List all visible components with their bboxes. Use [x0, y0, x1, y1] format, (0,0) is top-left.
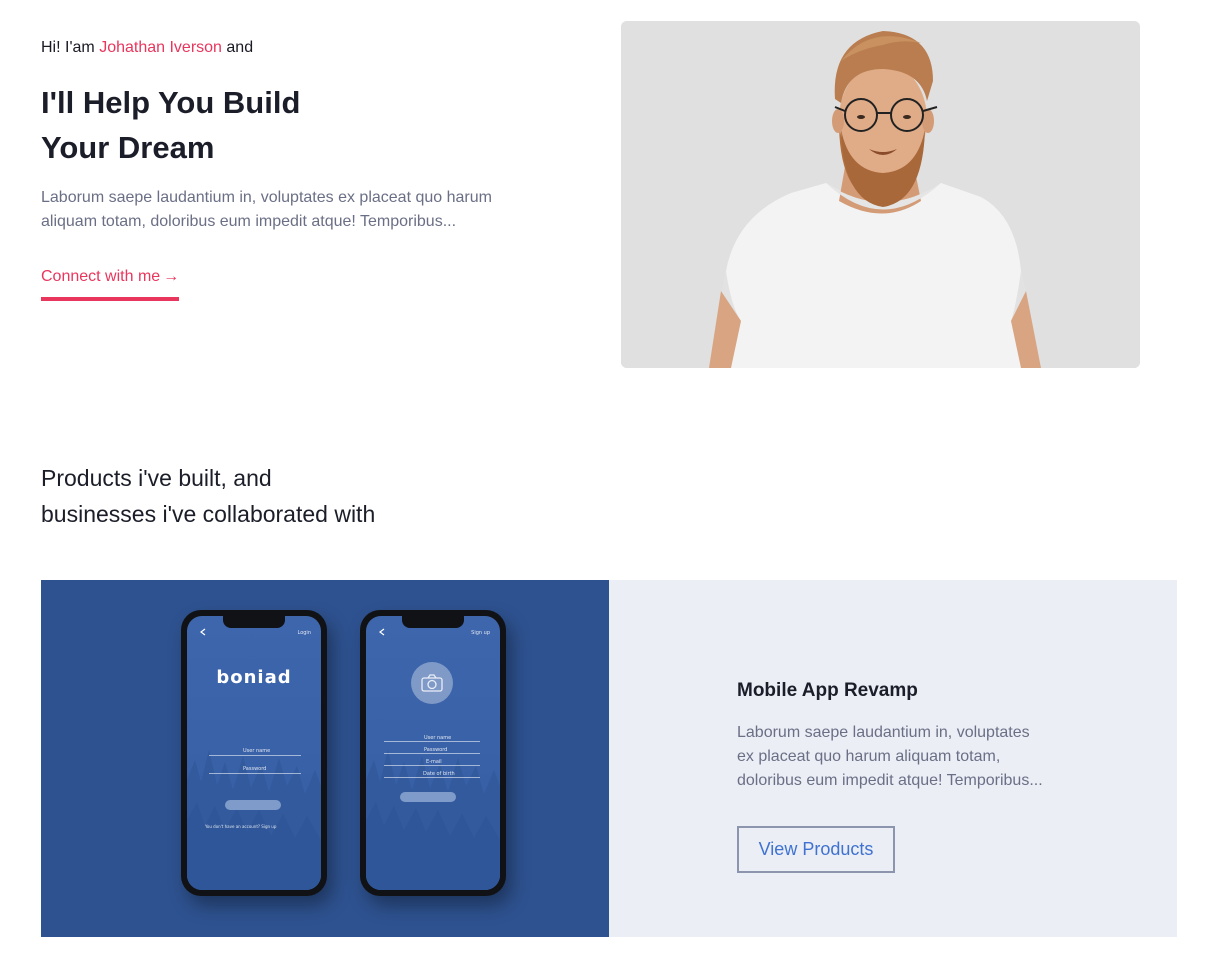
- product-description-line-1: Laborum saepe laudantium in, voluptates: [737, 724, 1030, 741]
- greeting-prefix: Hi! I'am: [41, 39, 95, 56]
- chevron-left-icon[interactable]: [199, 628, 207, 636]
- field-underline: [384, 765, 480, 766]
- hero-headline: I'll Help You Build Your Dream: [41, 80, 541, 170]
- phone-mockup-login: Login boniad User name Password You don'…: [181, 610, 327, 896]
- product-description-line-3: doloribus eum impedit atque! Temporibus.…: [737, 772, 1043, 789]
- signup-prompt: You don't have an account? Sign up: [205, 824, 277, 829]
- hero-greeting: Hi! I'am Johathan Iverson and: [41, 38, 541, 58]
- product-description: Laborum saepe laudantium in, voluptates …: [737, 721, 1057, 793]
- brand-logo-text: boniad: [216, 667, 292, 688]
- products-heading: Products i've built, and businesses i've…: [41, 460, 375, 532]
- phone-notch: [402, 616, 464, 628]
- forest-background: [366, 750, 500, 890]
- connect-with-me-link[interactable]: Connect with me →: [41, 267, 180, 301]
- headline-line-2: Your Dream: [41, 130, 215, 165]
- product-card: Login boniad User name Password You don'…: [41, 580, 1177, 937]
- view-products-button[interactable]: View Products: [737, 826, 895, 873]
- phone-screen-signup: Sign up User name Password E-mail Date o…: [366, 616, 500, 890]
- username-field[interactable]: User name: [243, 748, 270, 754]
- password-field[interactable]: Password: [243, 766, 266, 772]
- field-underline: [209, 773, 301, 774]
- signup-label: Sign up: [471, 630, 490, 636]
- camera-icon: [421, 674, 443, 692]
- login-button[interactable]: [225, 800, 281, 810]
- headline-line-1: I'll Help You Build: [41, 85, 301, 120]
- phone-screen-login: Login boniad User name Password You don'…: [187, 616, 321, 890]
- hero-section: Hi! I'am Johathan Iverson and I'll Help …: [41, 38, 541, 301]
- phone-notch: [223, 616, 285, 628]
- author-name: Johathan Iverson: [99, 39, 222, 56]
- signup-button[interactable]: [400, 792, 456, 802]
- products-heading-line-1: Products i've built, and: [41, 465, 272, 491]
- field-underline: [384, 753, 480, 754]
- product-description-line-2: ex placeat quo harum aliquam totam,: [737, 748, 1001, 765]
- hero-description-line-2: aliquam totam, doloribus eum impedit atq…: [41, 213, 457, 230]
- avatar-upload[interactable]: [411, 662, 453, 704]
- product-info-panel: Mobile App Revamp Laborum saepe laudanti…: [609, 580, 1177, 937]
- product-title: Mobile App Revamp: [737, 680, 918, 701]
- cta-label: Connect with me: [41, 268, 161, 285]
- field-underline: [384, 777, 480, 778]
- hero-description-line-1: Laborum saepe laudantium in, voluptates …: [41, 189, 492, 206]
- forest-background: [187, 750, 321, 890]
- chevron-left-icon[interactable]: [378, 628, 386, 636]
- greeting-suffix: and: [226, 39, 254, 56]
- products-heading-line-2: businesses i've collaborated with: [41, 501, 376, 527]
- phone-mockup-signup: Sign up User name Password E-mail Date o…: [360, 610, 506, 896]
- portrait-illustration: [621, 21, 1140, 368]
- hero-description: Laborum saepe laudantium in, voluptates …: [41, 186, 511, 234]
- field-underline: [209, 755, 301, 756]
- field-underline: [384, 741, 480, 742]
- arrow-right-icon: →: [163, 268, 180, 285]
- hero-portrait-image: [621, 21, 1140, 368]
- product-mockup-image: Login boniad User name Password You don'…: [41, 580, 609, 937]
- login-label: Login: [297, 630, 312, 636]
